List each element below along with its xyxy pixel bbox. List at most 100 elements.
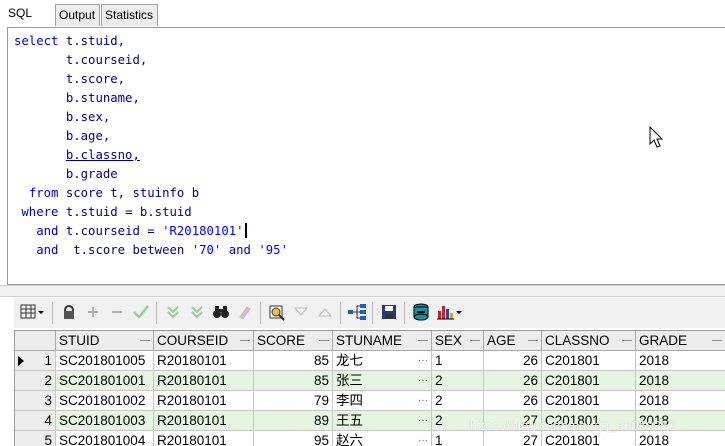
tab-output-label: Output — [59, 8, 96, 22]
column-header-stuid[interactable]: STUID — [56, 331, 154, 351]
save-icon[interactable] — [378, 301, 400, 323]
find-binoculars-icon[interactable] — [210, 301, 232, 323]
cell-value: 1 — [435, 353, 443, 368]
sql-editor[interactable]: select t.stuid, t.courseid, t.score, b.s… — [7, 27, 725, 285]
column-header-stuname[interactable]: STUNAME — [333, 331, 432, 351]
cell-score[interactable]: 95 — [254, 431, 333, 446]
cell-classno[interactable]: C201801 — [542, 391, 636, 411]
cell-editor-button[interactable]: ··· — [418, 411, 428, 430]
column-header-grade[interactable]: GRADE — [636, 331, 725, 351]
query-icon[interactable] — [266, 301, 288, 323]
cell-value: SC201801003 — [59, 413, 146, 428]
cell-courseid[interactable]: R20180101 — [154, 431, 254, 446]
column-sort-icon[interactable] — [240, 340, 250, 341]
table-row[interactable]: 5 SC201801004 R20180101 95 赵六 ··· 1 27 C201801 20… — [15, 431, 725, 446]
row-number: 3 — [44, 393, 52, 408]
cell-classno[interactable]: C201801 — [542, 431, 636, 446]
row-indicator[interactable]: 4 — [15, 411, 56, 431]
cell-sex[interactable]: 2 — [432, 371, 484, 391]
sql-code[interactable]: select t.stuid, t.courseid, t.score, b.s… — [14, 32, 288, 260]
cell-grade[interactable]: 2018 — [636, 431, 725, 446]
row-indicator[interactable]: 5 — [15, 431, 56, 446]
cell-classno[interactable]: C201801 — [542, 371, 636, 391]
column-header-score[interactable]: SCORE — [254, 331, 333, 351]
cell-age[interactable]: 26 — [484, 391, 542, 411]
table-row[interactable]: 3 SC201801002 R20180101 79 李四 ··· 2 26 C201801 20… — [15, 391, 725, 411]
cell-stuname[interactable]: 张三 ··· — [333, 371, 432, 391]
cell-courseid[interactable]: R20180101 — [154, 391, 254, 411]
delete-record-icon[interactable] — [106, 301, 128, 323]
lock-icon[interactable] — [58, 301, 80, 323]
cell-grade[interactable]: 2018 — [636, 371, 725, 391]
cell-score[interactable]: 89 — [254, 411, 333, 431]
cell-stuid[interactable]: SC201801001 — [56, 371, 154, 391]
sql-indent — [14, 110, 66, 124]
cell-stuid[interactable]: SC201801004 — [56, 431, 154, 446]
column-sort-icon[interactable] — [319, 340, 329, 341]
cell-age[interactable]: 27 — [484, 431, 542, 446]
cell-grade[interactable]: 2018 — [636, 351, 725, 371]
cell-stuname[interactable]: 李四 ··· — [333, 391, 432, 411]
cell-stuname[interactable]: 龙七 ··· — [333, 351, 432, 371]
next-icon[interactable] — [314, 301, 336, 323]
tab-sql[interactable]: SQL — [4, 2, 46, 27]
cell-grade[interactable]: 2018 — [636, 391, 725, 411]
tab-statistics[interactable]: Statistics — [101, 4, 158, 26]
column-header-classno[interactable]: CLASSNO — [542, 331, 636, 351]
cell-classno[interactable]: C201801 — [542, 351, 636, 371]
cell-editor-button[interactable]: ··· — [418, 371, 428, 390]
row-indicator[interactable]: 1 — [15, 351, 56, 371]
toolbar-separator — [340, 302, 341, 324]
filter-clear-icon[interactable] — [186, 301, 208, 323]
tree-view-icon[interactable] — [346, 301, 368, 323]
cell-stuname[interactable]: 王五 ··· — [333, 411, 432, 431]
cell-sex[interactable]: 2 — [432, 391, 484, 411]
cell-score[interactable]: 85 — [254, 371, 333, 391]
sql-text: t.score, — [65, 72, 126, 86]
row-indicator[interactable]: 3 — [15, 391, 56, 411]
row-number: 1 — [44, 353, 52, 368]
previous-icon[interactable] — [290, 301, 312, 323]
column-header-courseid[interactable]: COURSEID — [154, 331, 254, 351]
tab-output[interactable]: Output — [55, 4, 100, 26]
add-record-icon[interactable] — [82, 301, 104, 323]
sql-string: '70' — [191, 243, 222, 257]
cell-courseid[interactable]: R20180101 — [154, 351, 254, 371]
sql-keyword: select — [14, 34, 59, 48]
cell-editor-button[interactable]: ··· — [418, 431, 428, 446]
cell-editor-button[interactable]: ··· — [418, 351, 428, 370]
cell-stuid[interactable]: SC201801002 — [56, 391, 154, 411]
column-header-age[interactable]: AGE — [484, 331, 542, 351]
table-row[interactable]: 2 SC201801001 R20180101 85 张三 ··· 2 26 C201801 20… — [15, 371, 725, 391]
row-indicator[interactable]: 2 — [15, 371, 56, 391]
cell-sex[interactable]: 1 — [432, 431, 484, 446]
cell-courseid[interactable]: R20180101 — [154, 371, 254, 391]
clear-eraser-icon[interactable] — [234, 301, 256, 323]
grid-menu-icon[interactable] — [18, 301, 48, 323]
editor-grid-splitter[interactable] — [0, 285, 725, 297]
column-sort-icon[interactable] — [140, 340, 150, 341]
cell-age[interactable]: 26 — [484, 371, 542, 391]
cell-stuid[interactable]: SC201801005 — [56, 351, 154, 371]
cell-score[interactable]: 79 — [254, 391, 333, 411]
column-header-sex[interactable]: SEX — [432, 331, 484, 351]
column-sort-icon[interactable] — [622, 340, 632, 341]
export-icon[interactable] — [410, 301, 432, 323]
cell-age[interactable]: 26 — [484, 351, 542, 371]
table-row[interactable]: 1 SC201801005 R20180101 85 龙七 ··· 1 26 C201801 20… — [15, 351, 725, 371]
column-sort-icon[interactable] — [528, 340, 538, 341]
chart-icon[interactable] — [434, 301, 466, 323]
column-sort-icon[interactable] — [470, 340, 480, 341]
cell-editor-button[interactable]: ··· — [418, 391, 428, 410]
cell-courseid[interactable]: R20180101 — [154, 411, 254, 431]
cell-value: 2018 — [639, 393, 670, 408]
filter-down-icon[interactable] — [162, 301, 184, 323]
sql-text: t.stuid, — [58, 34, 126, 48]
column-sort-icon[interactable] — [418, 340, 428, 341]
cell-stuname[interactable]: 赵六 ··· — [333, 431, 432, 446]
column-sort-icon[interactable] — [712, 340, 722, 341]
post-check-icon[interactable] — [130, 301, 152, 323]
cell-sex[interactable]: 1 — [432, 351, 484, 371]
cell-score[interactable]: 85 — [254, 351, 333, 371]
cell-stuid[interactable]: SC201801003 — [56, 411, 154, 431]
